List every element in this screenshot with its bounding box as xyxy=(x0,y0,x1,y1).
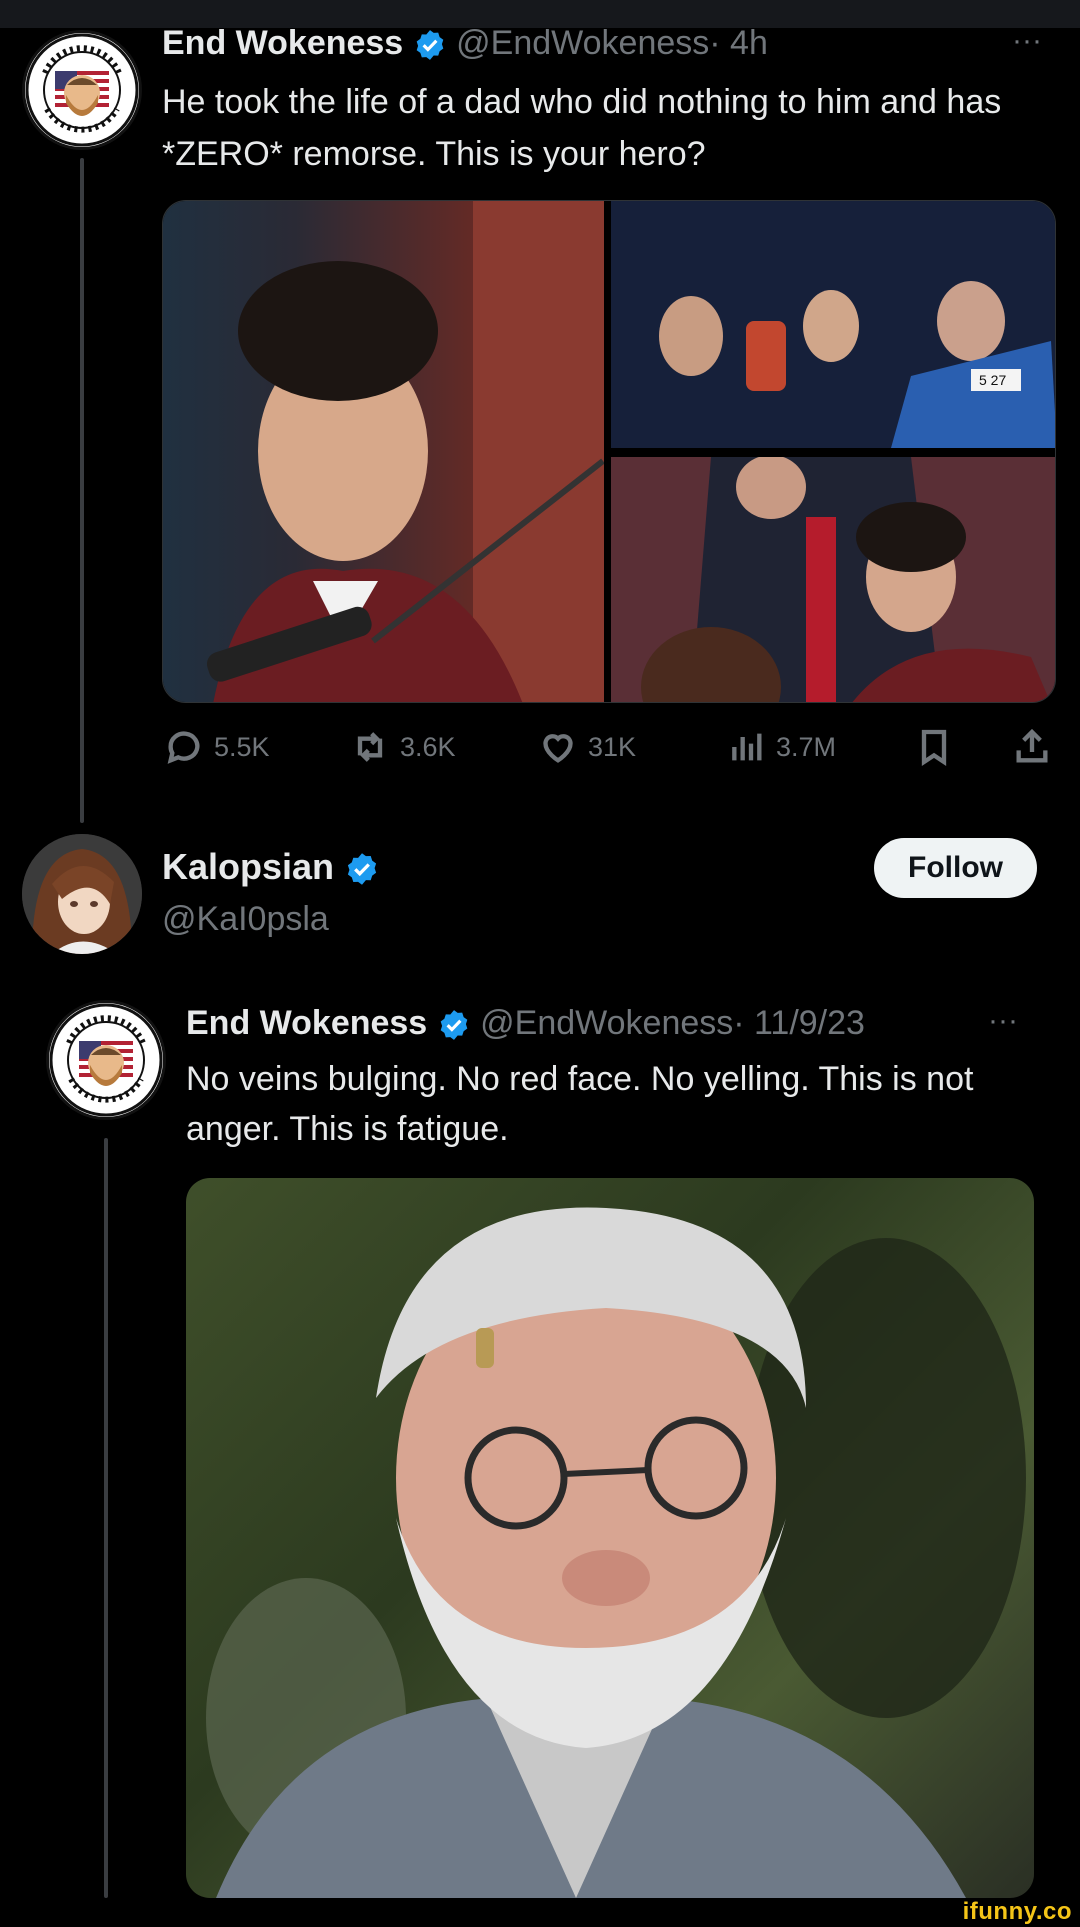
author-handle[interactable]: @EndWokeness xyxy=(456,24,709,62)
repost-count: 3.6K xyxy=(400,731,456,762)
quoted-author-handle[interactable]: @EndWokeness xyxy=(480,1004,733,1042)
support-badge-icon xyxy=(49,1003,163,1117)
ifunny-watermark: ifunny.co xyxy=(962,1898,1072,1925)
photo-2[interactable]: 5 27 xyxy=(611,201,1055,448)
heart-icon xyxy=(543,734,573,763)
courtroom-image xyxy=(611,457,1055,702)
quoted-author-avatar[interactable] xyxy=(46,1000,166,1120)
quoted-thread-line xyxy=(104,1138,108,1898)
footer-strip xyxy=(0,1898,1080,1927)
repost-icon xyxy=(357,732,383,762)
bookmark-icon xyxy=(921,729,947,767)
photo-1[interactable] xyxy=(163,201,604,702)
photo-3[interactable] xyxy=(611,457,1055,702)
man-smiling-image xyxy=(206,201,604,702)
like-count: 31K xyxy=(588,731,637,762)
quoted-photo[interactable] xyxy=(186,1178,1034,1898)
follow-button[interactable]: Follow xyxy=(874,838,1037,898)
quoted-tweet-time[interactable]: · 11/9/23 xyxy=(733,1004,865,1042)
verified-badge-icon xyxy=(440,1010,468,1040)
thread-line xyxy=(80,158,84,823)
reply-button[interactable]: 5.5K xyxy=(164,722,270,772)
quoted-author-name[interactable]: End Wokeness xyxy=(186,1004,427,1042)
reply-author-name[interactable]: Kalopsian xyxy=(162,846,334,887)
views-chart-icon xyxy=(732,733,762,761)
support-badge-icon xyxy=(25,33,139,147)
anime-character-image xyxy=(22,834,142,954)
reply-icon xyxy=(167,731,200,764)
tweet-header: End Wokeness @EndWokeness· 4h xyxy=(162,24,768,63)
verified-badge-icon xyxy=(416,30,444,60)
author-name[interactable]: End Wokeness xyxy=(162,24,403,62)
author-avatar[interactable] xyxy=(22,30,142,150)
police-car-image: 5 27 xyxy=(611,201,1055,448)
bookmark-button[interactable] xyxy=(914,722,954,772)
share-icon xyxy=(1016,728,1048,763)
views-button[interactable]: 3.7M xyxy=(726,722,836,772)
reply-avatar[interactable] xyxy=(22,834,142,954)
more-options-icon[interactable]: ··· xyxy=(1012,24,1042,58)
reply-count: 5.5K xyxy=(214,731,270,762)
tweet-text: He took the life of a dad who did nothin… xyxy=(162,83,1002,173)
reply-author-handle[interactable]: @KaI0psla xyxy=(162,900,329,939)
view-count: 3.7M xyxy=(776,731,837,762)
older-man-portrait-image xyxy=(206,1207,1026,1898)
tweet-time[interactable]: · 4h xyxy=(709,24,768,62)
quoted-more-options-icon[interactable]: ··· xyxy=(988,1004,1018,1038)
reply-author-name-row: Kalopsian xyxy=(162,846,380,888)
share-button[interactable] xyxy=(1012,722,1052,772)
verified-badge-icon xyxy=(347,853,377,886)
media-grid[interactable]: 5 27 xyxy=(162,200,1056,703)
like-button[interactable]: 31K xyxy=(538,722,636,772)
plate-text: 5 27 xyxy=(979,372,1006,388)
quoted-tweet-text: No veins bulging. No red face. No yellin… xyxy=(186,1060,974,1148)
tweet-actions: 5.5K 3.6K 31K 3.7M xyxy=(162,722,1056,772)
repost-button[interactable]: 3.6K xyxy=(350,722,456,772)
quoted-header: End Wokeness @EndWokeness· 11/9/23 xyxy=(186,1004,865,1043)
